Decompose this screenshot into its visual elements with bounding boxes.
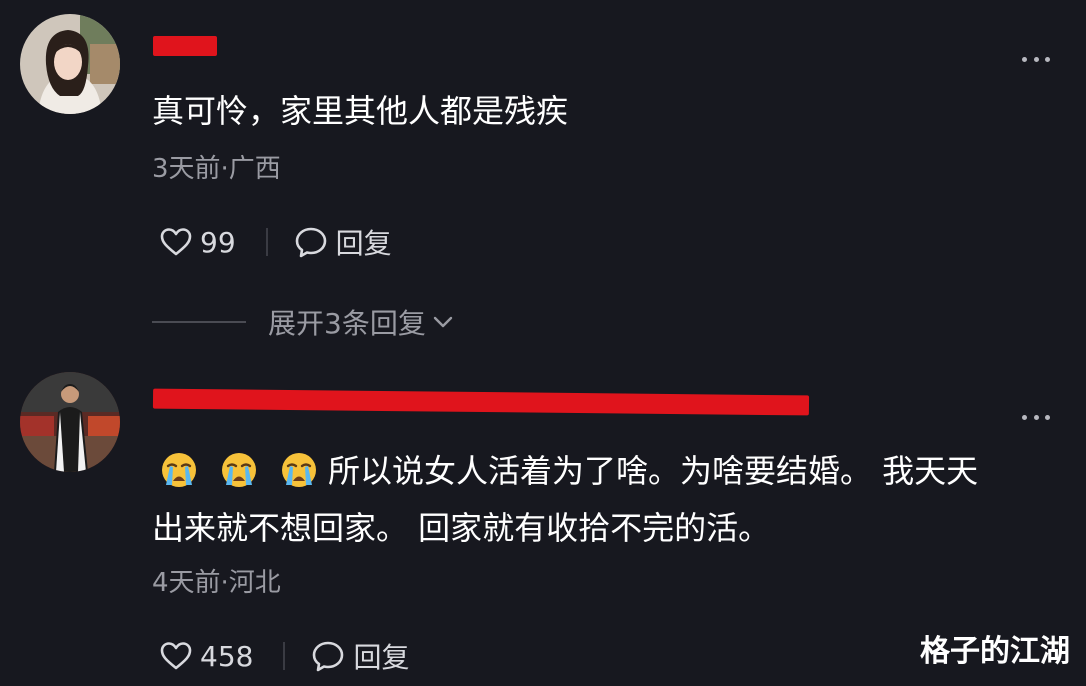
comment-text: 真可怜，家里其他人都是残疾 bbox=[152, 92, 569, 130]
chevron-down-icon bbox=[433, 316, 453, 328]
heart-icon bbox=[160, 642, 192, 670]
comment-actions: 99 回复 bbox=[160, 222, 392, 262]
loudly-crying-face-icon bbox=[280, 451, 318, 489]
heart-icon bbox=[160, 228, 192, 256]
comment-meta: 4天前·河北 bbox=[152, 568, 281, 598]
dot-icon bbox=[1045, 56, 1050, 62]
reply-button[interactable]: 回复 bbox=[311, 636, 409, 676]
expand-replies-label: 展开3条回复 bbox=[268, 307, 426, 340]
like-button[interactable]: 458 bbox=[160, 640, 253, 673]
watermark-text: 格子的江湖 bbox=[920, 634, 1070, 669]
avatar[interactable] bbox=[20, 372, 120, 472]
like-button[interactable]: 99 bbox=[160, 226, 236, 259]
dot-icon bbox=[1045, 414, 1050, 420]
more-options-button[interactable] bbox=[1022, 412, 1050, 422]
username-redacted[interactable] bbox=[153, 36, 217, 56]
comment-meta: 3天前·广西 bbox=[152, 154, 281, 184]
like-count: 458 bbox=[200, 639, 254, 673]
reply-label: 回复 bbox=[335, 227, 392, 260]
user-avatar-image bbox=[20, 14, 120, 114]
reply-button[interactable]: 回复 bbox=[294, 222, 392, 262]
avatar[interactable] bbox=[20, 14, 120, 114]
action-divider bbox=[283, 642, 286, 670]
expand-divider-line bbox=[152, 321, 246, 323]
loudly-crying-face-icon bbox=[220, 451, 258, 489]
reply-label: 回复 bbox=[353, 641, 410, 674]
dot-icon bbox=[1022, 414, 1027, 420]
dot-icon bbox=[1033, 56, 1039, 62]
dot-icon bbox=[1033, 414, 1039, 420]
dot-icon bbox=[1022, 56, 1027, 62]
like-count: 99 bbox=[200, 225, 236, 259]
more-options-button[interactable] bbox=[1022, 54, 1050, 64]
username-redacted[interactable] bbox=[152, 388, 810, 416]
expand-replies-button[interactable]: 展开3条回复 bbox=[152, 300, 454, 344]
user-avatar-image bbox=[20, 372, 120, 472]
loudly-crying-face-icon bbox=[160, 451, 198, 489]
comment-text-line-2: 出来就不想回家。 回家就有收拾不完的活。 bbox=[152, 509, 771, 547]
speech-bubble-icon bbox=[313, 641, 344, 672]
comment-text: 所以说女人活着为了啥。为啥要结婚。 我天天 bbox=[328, 452, 979, 490]
comment-actions: 458 回复 bbox=[160, 636, 409, 676]
comment-text-line-1: 所以说女人活着为了啥。为啥要结婚。 我天天 bbox=[160, 446, 978, 496]
speech-bubble-icon bbox=[295, 227, 326, 258]
action-divider bbox=[265, 228, 268, 256]
